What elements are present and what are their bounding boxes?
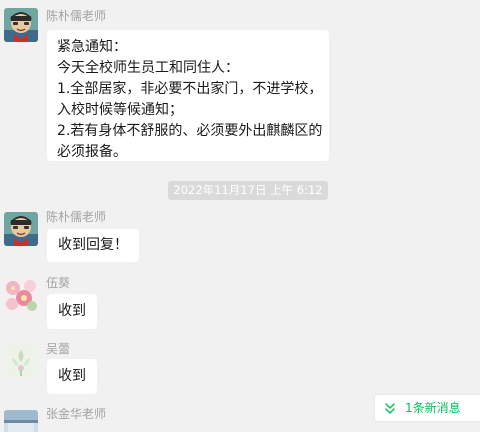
avatar-chen-puru[interactable]: [4, 212, 38, 246]
avatar-zhang-jinhua[interactable]: [4, 410, 38, 432]
new-messages-label: 1条新消息: [405, 401, 461, 415]
message-line: 2.若有身体不舒服的、必须要外出麒麟区的: [57, 123, 323, 139]
sender-name: 伍葵: [46, 276, 71, 290]
message-bubble[interactable]: 紧急通知： 今天全校师生员工和同住人： 1.全部居家，非必要不出家门，不进学校，…: [47, 30, 329, 161]
message-bubble[interactable]: 收到: [47, 359, 97, 394]
message-line: 1.全部居家，非必要不出家门，不进学校，: [57, 81, 323, 97]
message-timestamp: 2022年11月17日 上午 6:12: [168, 181, 328, 200]
message-bubble[interactable]: 收到: [47, 294, 97, 329]
message-line: 今天全校师生员工和同住人：: [57, 60, 239, 76]
new-messages-button[interactable]: 1条新消息: [375, 395, 480, 421]
sender-name: 吴蕾: [46, 342, 71, 356]
double-chevron-down-icon: [384, 401, 396, 420]
sender-name: 陈朴儒老师: [46, 210, 107, 224]
avatar-wu-lei[interactable]: [4, 344, 38, 378]
avatar-chen-puru[interactable]: [4, 8, 38, 42]
sender-name: 张金华老师: [46, 407, 107, 421]
sender-name: 陈朴儒老师: [46, 9, 107, 23]
chat-window: 陈朴儒老师 紧急通知： 今天全校师生员工和同住人： 1.全部居家，非必要不出家门…: [0, 0, 480, 432]
message-bubble[interactable]: 收到回复！: [47, 229, 139, 262]
message-line: 入校时候等候通知；: [57, 102, 183, 118]
message-line: 必须报备。: [57, 144, 127, 160]
avatar-wu-kui[interactable]: [4, 278, 38, 312]
message-line: 紧急通知：: [57, 39, 127, 55]
